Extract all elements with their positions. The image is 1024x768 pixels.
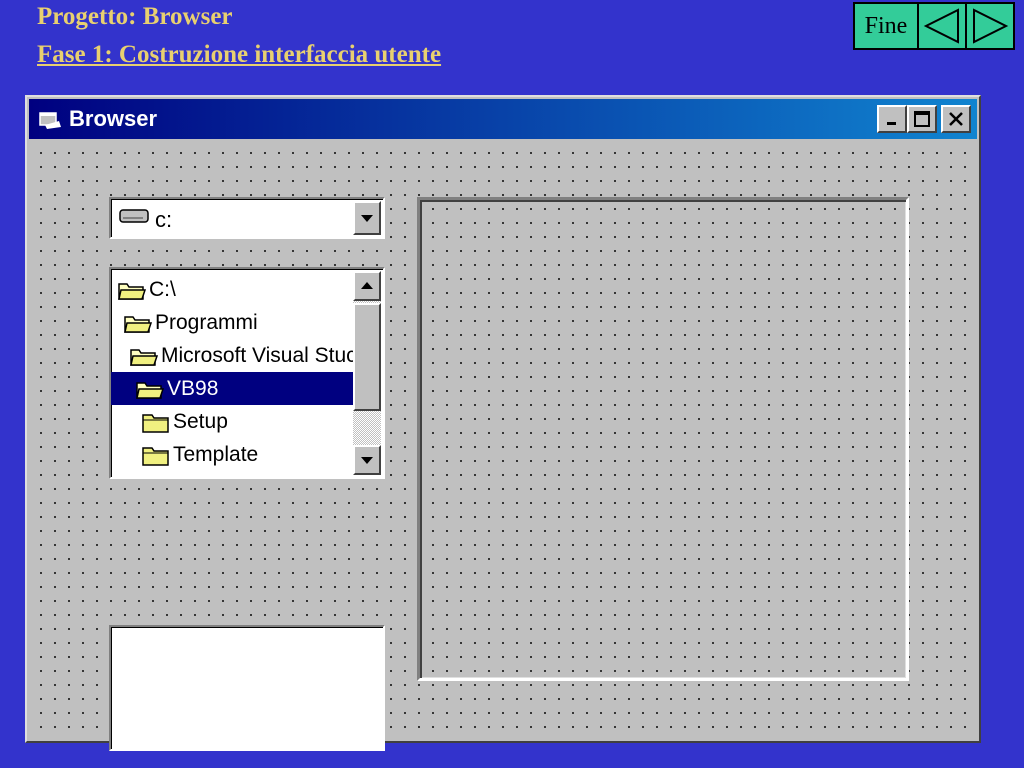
directory-list-box[interactable]: C:\ Programmi Microsoft Visual Stuc VB98… [109,267,385,479]
scroll-up-button[interactable] [353,271,381,301]
app-window-icon [39,112,61,129]
folder-closed-icon [142,446,169,466]
dir-item-programmi[interactable]: Programmi [111,306,363,339]
dir-item-label: Microsoft Visual Stuc [161,343,357,367]
maximize-icon [914,111,930,127]
folder-closed-icon [142,413,169,433]
previous-button[interactable] [917,2,967,50]
drive-value: c: [155,207,173,232]
chevron-down-icon [361,215,373,222]
folder-open-icon [118,282,147,300]
web-browser-control[interactable] [417,197,909,681]
drive-icon [119,209,149,223]
chevron-down-icon [361,457,373,464]
drive-dropdown-button[interactable] [353,201,381,235]
form-design-grid: c: C:\ Programmi Microsoft Visual Stuc V… [29,141,977,751]
end-button[interactable]: Fine [853,2,919,50]
dir-item-template[interactable]: Template [111,438,381,471]
dir-item-label: Setup [173,409,228,433]
dir-item-label: C:\ [149,277,176,301]
window-title: Browser [69,106,158,131]
chevron-up-icon [361,282,373,289]
dir-item-microsoft-visual-studio[interactable]: Microsoft Visual Stuc [111,339,369,372]
dir-item-setup[interactable]: Setup [111,405,381,438]
close-icon [949,112,963,126]
folder-open-icon [124,315,153,333]
drive-list-box[interactable]: c: [109,197,385,239]
slide-navigation: Fine [853,2,1015,50]
slide-subtitle: Fase 1: Costruzione interfaccia utente [37,41,442,68]
next-button[interactable] [965,2,1015,50]
window-controls [877,105,971,133]
directory-scrollbar[interactable] [353,271,381,475]
maximize-button[interactable] [907,105,937,133]
folder-open-icon [130,348,159,366]
dir-item-vb98[interactable]: VB98 [111,372,375,405]
dir-item-label: VB98 [167,376,219,400]
folder-open-icon [136,381,165,399]
dir-item-label: Programmi [155,310,258,334]
arrow-left-icon [923,8,959,44]
window-titlebar[interactable]: Browser [29,99,977,139]
browser-form-window: Browser c: C:\ Programmi Microsoft Visua… [25,95,981,751]
minimize-icon [887,122,896,125]
slide-title: Progetto: Browser [37,3,233,30]
scrollbar-thumb[interactable] [353,303,381,411]
arrow-right-icon [973,8,1009,44]
dir-item-root[interactable]: C:\ [111,273,357,306]
dir-item-label: Template [173,442,259,466]
file-list-box[interactable] [109,625,385,751]
minimize-button[interactable] [877,105,907,133]
scroll-down-button[interactable] [353,445,381,475]
close-button[interactable] [941,105,971,133]
